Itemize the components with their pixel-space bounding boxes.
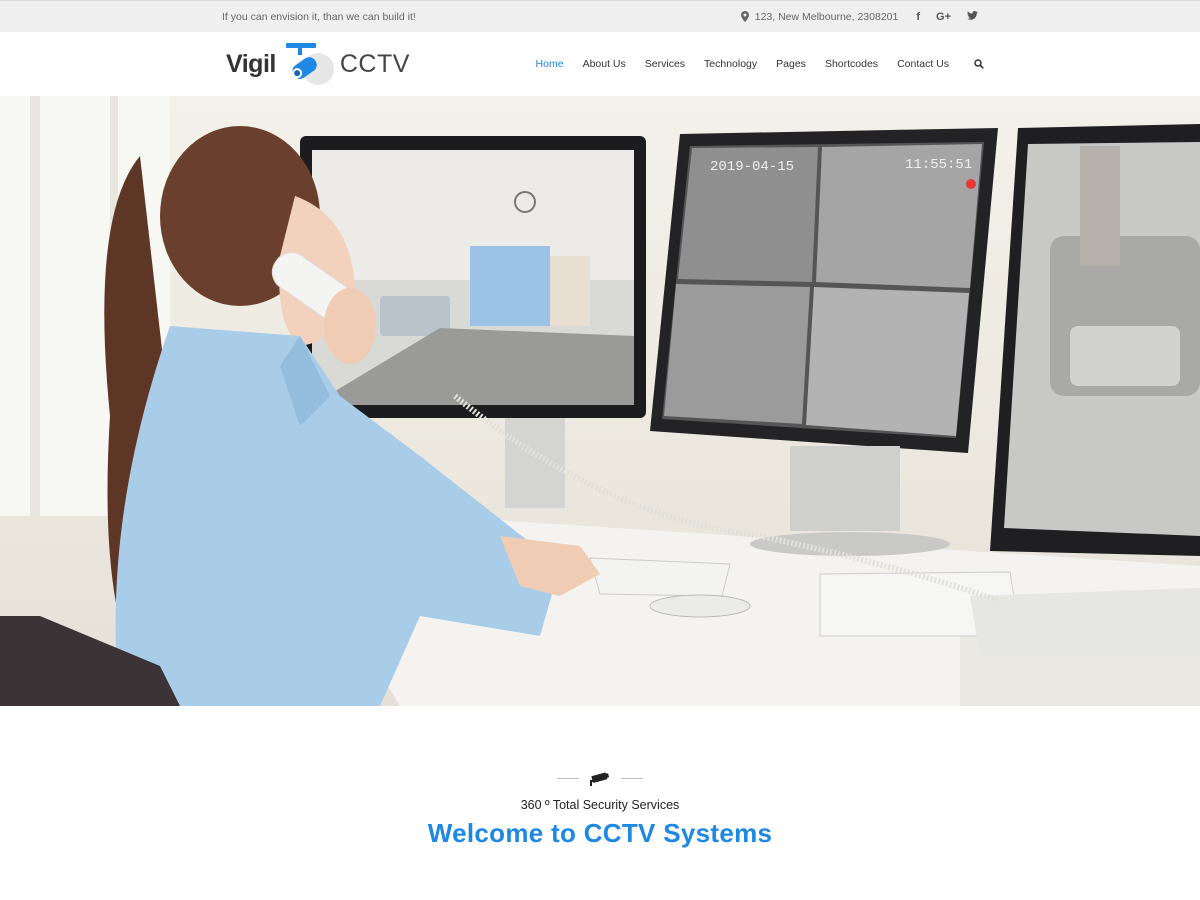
- hero-image: 2019-04-15 11:55:51: [0, 96, 1200, 706]
- search-icon[interactable]: [974, 59, 984, 69]
- map-pin-icon: [740, 11, 749, 22]
- section-divider: [0, 768, 1200, 788]
- social-links: f G+: [916, 11, 978, 23]
- camera-logo-icon: [285, 43, 334, 85]
- main-nav: Home About Us Services Technology Pages …: [536, 58, 984, 70]
- logo-word-vigil: Vigil: [226, 49, 276, 78]
- monitor-right: [990, 124, 1200, 556]
- divider-line-left: [557, 777, 579, 779]
- top-bar-right: 123, New Melbourne, 2308201 f G+: [740, 10, 978, 23]
- nav-technology[interactable]: Technology: [704, 58, 757, 70]
- logo-word-cctv: CCTV: [339, 49, 410, 78]
- welcome-section: 360 º Total Security Services Welcome to…: [0, 706, 1200, 849]
- facebook-icon[interactable]: f: [916, 11, 920, 23]
- address-text: 123, New Melbourne, 2308201: [754, 10, 899, 23]
- nav-shortcodes[interactable]: Shortcodes: [825, 58, 878, 70]
- nav-pages[interactable]: Pages: [776, 58, 806, 70]
- google-plus-icon[interactable]: G+: [936, 11, 951, 23]
- nav-about-us[interactable]: About Us: [583, 58, 626, 70]
- nav-services[interactable]: Services: [645, 58, 685, 70]
- hero-illustration: 2019-04-15 11:55:51: [0, 96, 1200, 706]
- tagline: If you can envision it, than we can buil…: [222, 10, 416, 23]
- welcome-title: Welcome to CCTV Systems: [427, 818, 773, 848]
- divider-line-right: [621, 777, 643, 779]
- cctv-camera-icon: [590, 772, 610, 786]
- monitor-center: 2019-04-15 11:55:51: [650, 128, 998, 556]
- welcome-subtitle: 360 º Total Security Services: [520, 798, 680, 812]
- twitter-icon[interactable]: [967, 10, 978, 23]
- nav-home[interactable]: Home: [536, 58, 564, 70]
- cctv-timestamp: 2019-04-15: [710, 159, 794, 175]
- address: 123, New Melbourne, 2308201: [740, 10, 899, 23]
- recording-indicator: [966, 179, 976, 189]
- logo[interactable]: Vigil CCTV: [226, 32, 410, 96]
- top-bar: If you can envision it, than we can buil…: [0, 0, 1200, 32]
- site-header: Vigil CCTV Home About Us Services Techno…: [0, 32, 1200, 96]
- nav-contact-us[interactable]: Contact Us: [897, 58, 949, 70]
- cctv-clock: 11:55:51: [905, 157, 972, 173]
